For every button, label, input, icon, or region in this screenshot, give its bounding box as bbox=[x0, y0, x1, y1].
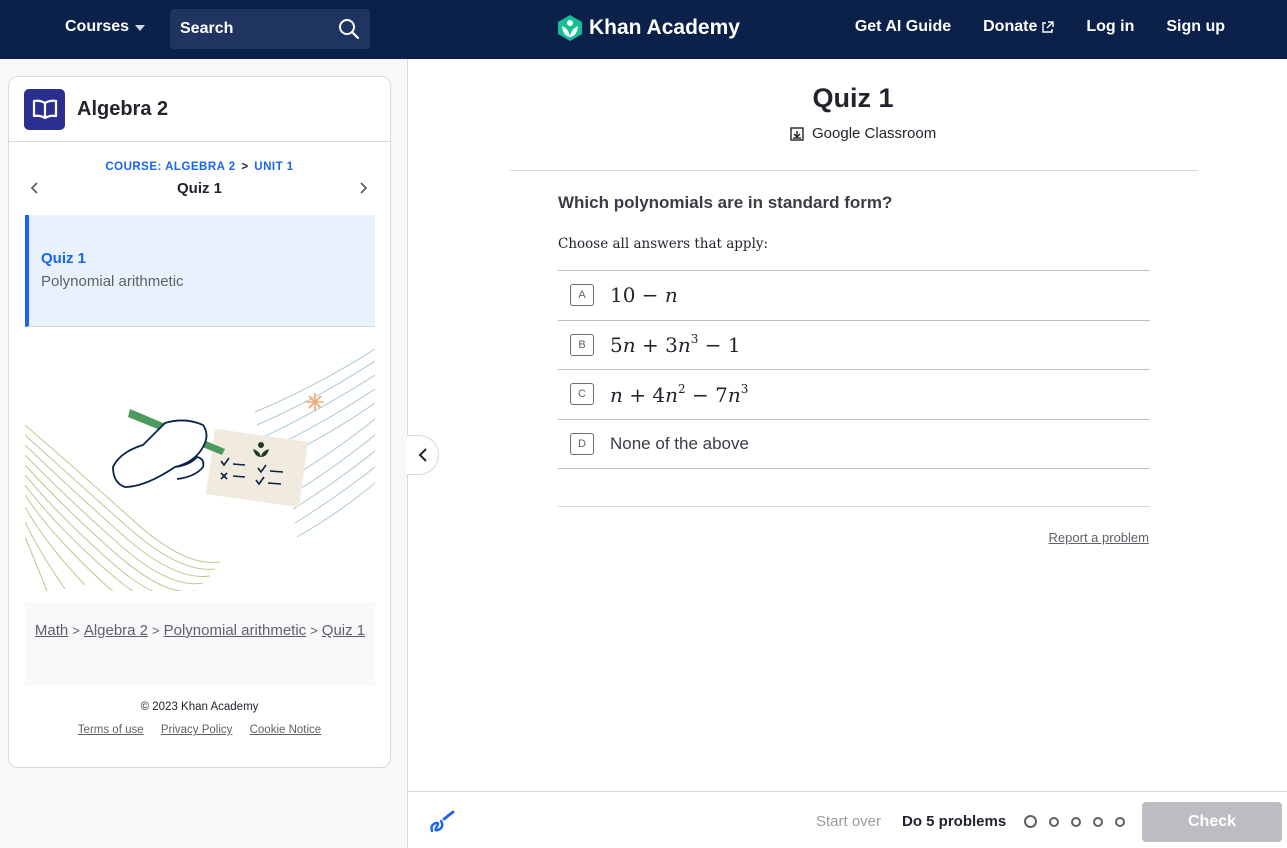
quiz-card-subtitle: Polynomial arithmetic bbox=[41, 273, 184, 290]
breadcrumb-polynomial-link[interactable]: Polynomial arithmetic bbox=[164, 622, 307, 639]
breadcrumb-algebra-link[interactable]: Algebra 2 bbox=[84, 622, 148, 639]
choice-letter: C bbox=[570, 383, 594, 406]
quiz-card-title: Quiz 1 bbox=[41, 250, 87, 267]
choice-c-expression: n + 4n2 − 7n3 bbox=[610, 381, 749, 407]
page-title: Quiz 1 bbox=[812, 83, 894, 113]
progress-dot bbox=[1115, 816, 1125, 827]
get-ai-guide-label: Get AI Guide bbox=[854, 18, 952, 35]
book-icon bbox=[24, 88, 65, 130]
top-nav: Courses Search Khan Academy Get AI Guide… bbox=[0, 0, 1287, 59]
current-lesson-title: Quiz 1 bbox=[176, 180, 222, 197]
instructions-text: Choose all answers that apply: bbox=[558, 236, 769, 252]
progress-dot bbox=[1049, 816, 1059, 827]
donate-label: Donate bbox=[983, 18, 1038, 35]
courses-label: Courses bbox=[65, 18, 130, 35]
footer-links: Terms of use Privacy Policy Cookie Notic… bbox=[9, 724, 390, 736]
choice-d-text: None of the above bbox=[610, 433, 749, 453]
check-button[interactable]: Check bbox=[1142, 802, 1282, 842]
sidebar-header[interactable]: Algebra 2 bbox=[9, 77, 390, 142]
choice-b[interactable]: B 5n + 3n3 − 1 bbox=[558, 321, 1150, 370]
choice-d[interactable]: D None of the above bbox=[558, 420, 1150, 469]
crumb-unit-link[interactable]: UNIT 1 bbox=[254, 161, 293, 173]
cookie-notice-link[interactable]: Cookie Notice bbox=[250, 724, 322, 736]
sign-up-link[interactable]: Sign up bbox=[1166, 18, 1225, 36]
divider bbox=[558, 506, 1150, 507]
log-in-label: Log in bbox=[1086, 18, 1135, 35]
quiz-main: Quiz 1 Google Classroom Which polynomial… bbox=[407, 59, 1287, 848]
sign-up-label: Sign up bbox=[1166, 18, 1225, 35]
progress-dot bbox=[1093, 816, 1103, 827]
chevron-left-icon bbox=[418, 448, 427, 462]
privacy-link[interactable]: Privacy Policy bbox=[161, 724, 233, 736]
choice-b-expression: 5n + 3n3 − 1 bbox=[610, 332, 741, 358]
scratchpad-icon[interactable] bbox=[428, 809, 456, 835]
breadcrumb-separator: > bbox=[310, 623, 318, 638]
choice-a[interactable]: A 10 − n bbox=[558, 271, 1150, 321]
breadcrumb-math-link[interactable]: Math bbox=[35, 622, 68, 639]
choice-a-expression: 10 − n bbox=[610, 283, 678, 308]
courses-menu-button[interactable]: Courses bbox=[65, 18, 146, 36]
nav-links: Get AI Guide Donate Log in Sign up bbox=[855, 18, 1225, 36]
breadcrumb-quiz-link[interactable]: Quiz 1 bbox=[322, 622, 365, 639]
course-sidebar: Algebra 2 COURSE: ALGEBRA 2 > UNIT 1 Qui… bbox=[8, 76, 391, 768]
chevron-down-icon bbox=[135, 25, 146, 31]
choice-letter: D bbox=[570, 432, 594, 455]
khan-academy-logo[interactable]: Khan Academy bbox=[557, 14, 740, 42]
course-title: Algebra 2 bbox=[77, 97, 169, 120]
crumb-course-link[interactable]: COURSE: ALGEBRA 2 bbox=[105, 161, 235, 173]
search-icon[interactable] bbox=[338, 18, 360, 40]
google-classroom-button[interactable]: Google Classroom bbox=[790, 125, 936, 142]
crumb-separator: > bbox=[241, 161, 249, 173]
question-text: Which polynomials are in standard form? bbox=[558, 193, 893, 212]
khan-leaf-icon bbox=[558, 15, 582, 41]
sidebar-item-quiz-1[interactable]: Quiz 1 Polynomial arithmetic bbox=[25, 215, 375, 327]
get-ai-guide-link[interactable]: Get AI Guide bbox=[855, 18, 951, 36]
brand-name: Khan Academy bbox=[589, 16, 740, 39]
donate-link[interactable]: Donate bbox=[983, 18, 1055, 36]
classroom-share-icon bbox=[790, 126, 804, 141]
search-label: Search bbox=[180, 20, 234, 37]
external-link-icon bbox=[1042, 20, 1055, 33]
start-over-button[interactable]: Start over bbox=[816, 813, 881, 830]
quiz-illustration bbox=[25, 348, 375, 591]
breadcrumb-separator: > bbox=[152, 623, 160, 638]
classroom-label: Google Classroom bbox=[812, 125, 937, 142]
answer-choices: A 10 − n B 5n + 3n3 − 1 C n + 4n2 − 7n3 … bbox=[558, 270, 1150, 469]
log-in-link[interactable]: Log in bbox=[1086, 18, 1134, 36]
search-input[interactable]: Search bbox=[170, 9, 370, 49]
choice-c[interactable]: C n + 4n2 − 7n3 bbox=[558, 370, 1150, 420]
terms-link[interactable]: Terms of use bbox=[78, 724, 144, 736]
problem-count-text: Do 5 problems bbox=[902, 813, 1007, 830]
progress-dots bbox=[1024, 815, 1125, 828]
lesson-breadcrumb: Math > Algebra 2 > Polynomial arithmetic > Qui… bbox=[25, 603, 375, 685]
divider bbox=[510, 170, 1198, 171]
copyright-text: © 2023 Khan Academy bbox=[140, 701, 259, 713]
chevron-right-icon[interactable] bbox=[358, 181, 368, 195]
progress-dot-current bbox=[1024, 815, 1037, 828]
unit-breadcrumb: COURSE: ALGEBRA 2 > UNIT 1 bbox=[9, 161, 390, 173]
progress-dot bbox=[1071, 816, 1081, 827]
choice-letter: A bbox=[570, 284, 594, 307]
choice-letter: B bbox=[570, 333, 594, 356]
report-problem-link[interactable]: Report a problem bbox=[1049, 530, 1149, 545]
breadcrumb-separator: > bbox=[72, 623, 80, 638]
quiz-footer-bar: Start over Do 5 problems Check bbox=[407, 791, 1287, 848]
